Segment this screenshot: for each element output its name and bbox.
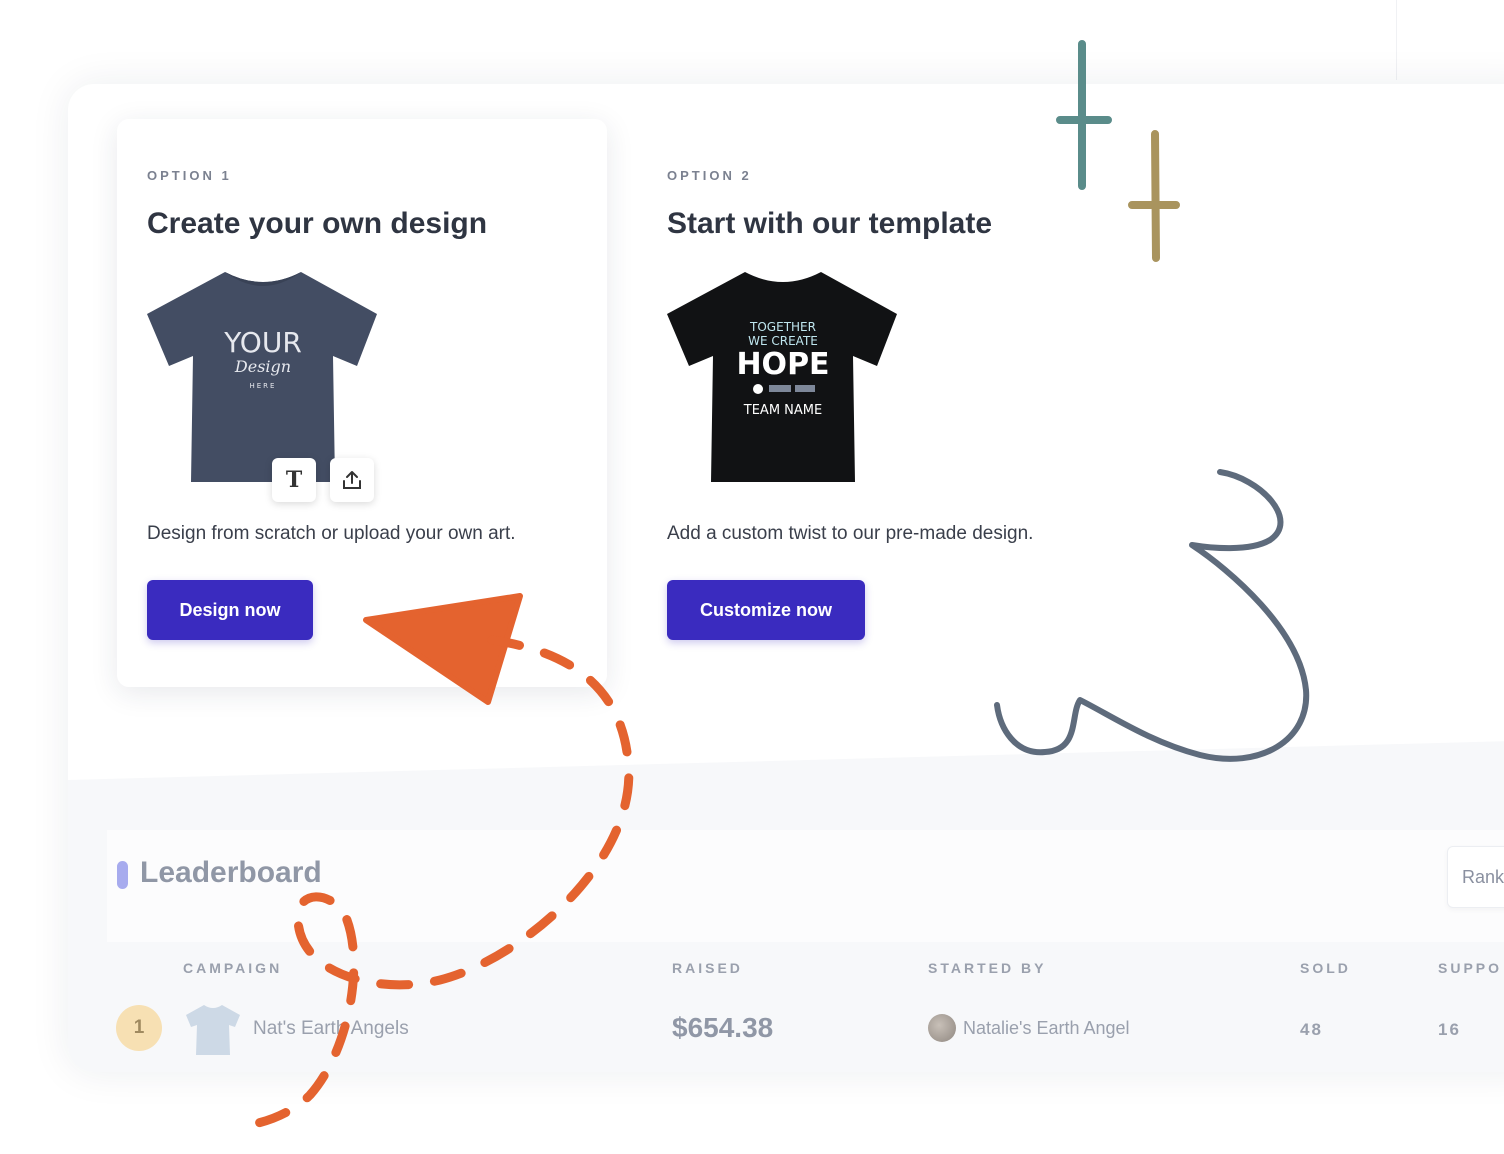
orange-arrowhead <box>363 593 523 705</box>
gold-plus-doodle <box>1128 130 1180 262</box>
annotation-overlay <box>233 40 1310 1131</box>
slate-squiggle <box>994 469 1310 762</box>
teal-plus-doodle <box>1056 40 1112 190</box>
orange-dashed-path <box>233 635 634 1131</box>
